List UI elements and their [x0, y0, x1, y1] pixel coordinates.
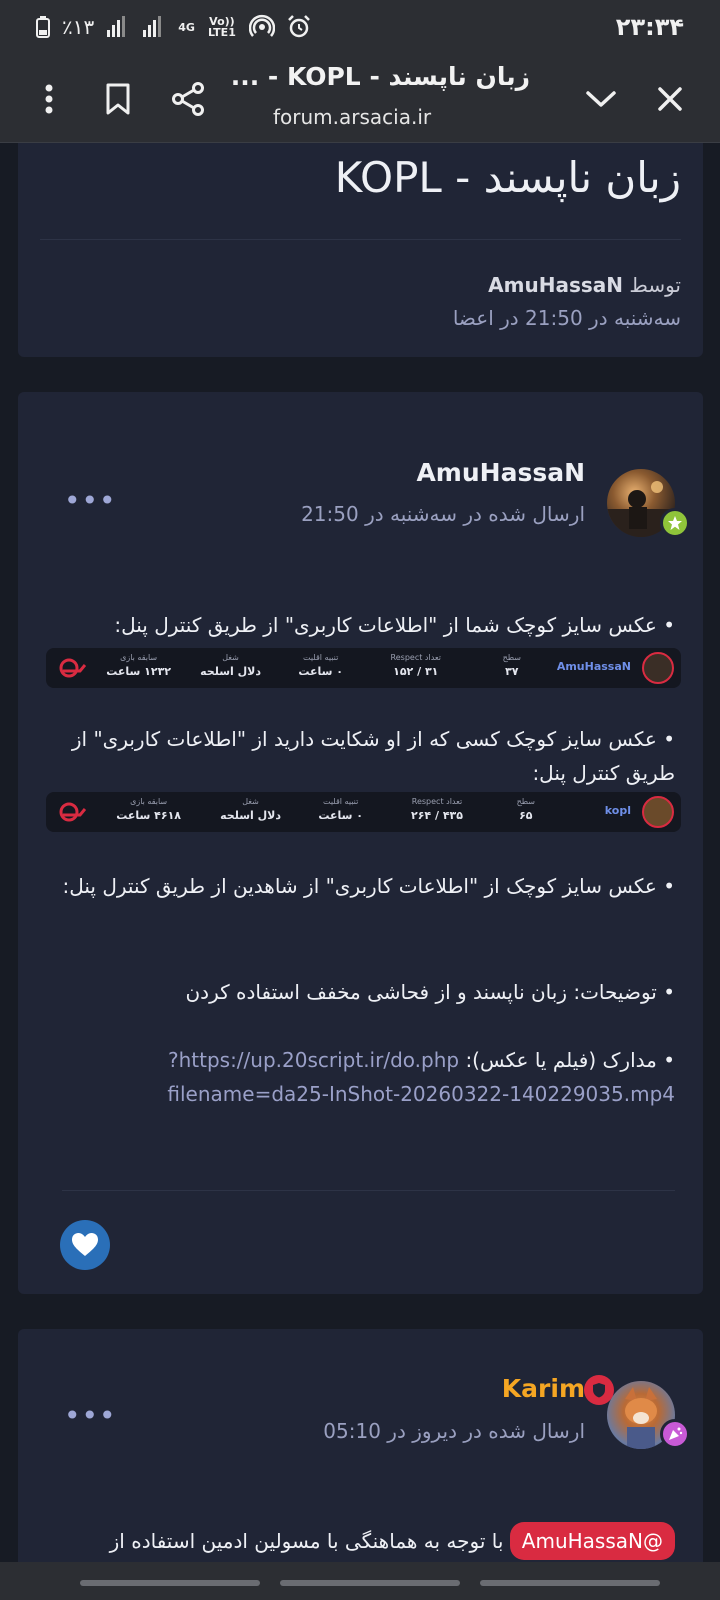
- infobar-stat: سطح ۳۷: [502, 653, 521, 678]
- infobar-stat: تعداد Respect ۴۳۵ / ۲۶۴: [411, 797, 463, 822]
- more-options-icon[interactable]: •••: [64, 1399, 117, 1432]
- signal-icon: [106, 16, 130, 38]
- post-line: • عکس سایز کوچک کسی که از او شکایت دارید…: [71, 727, 675, 785]
- infobar-stat: تعداد Respect ۳۱ / ۱۵۲: [390, 653, 441, 678]
- close-icon[interactable]: [645, 74, 695, 124]
- status-icons: ٪۱۳ 4G Vo)) LTE1: [36, 14, 311, 40]
- post-username[interactable]: Karim: [502, 1374, 585, 1403]
- user-avatar-icon: [642, 652, 674, 684]
- infobar-stat: سابقه بازی ۱۲۳۲ ساعت: [106, 653, 171, 678]
- infobar-stat: تنبیه اقلیت ۰ ساعت: [298, 653, 343, 678]
- star-badge-icon: [660, 508, 690, 538]
- evidence-label: • مدارک (فیلم یا عکس):: [465, 1048, 675, 1072]
- post-card: Karim ارسال شده در دیروز در 05:10 ••• @A…: [18, 1329, 703, 1589]
- shield-badge-icon: [584, 1375, 614, 1405]
- party-badge-icon: [660, 1419, 690, 1449]
- user-avatar-icon: [642, 796, 674, 828]
- evidence-link[interactable]: https://up.20script.ir/do.php?: [168, 1048, 459, 1072]
- infobar-username: AmuHassaN: [556, 660, 631, 673]
- post-card: AmuHassaN ارسال شده در سه‌شنبه در 21:50 …: [18, 392, 703, 1294]
- divider: [40, 239, 681, 240]
- author-prefix: توسط: [629, 273, 681, 297]
- network-type: 4G: [178, 20, 195, 34]
- nav-gesture-handle[interactable]: [280, 1580, 460, 1586]
- system-navigation-bar: [0, 1562, 720, 1600]
- post-line: • عکس سایز کوچک از "اطلاعات کاربری" از ش…: [62, 874, 676, 898]
- infobar-stat: سابقه بازی ۴۶۱۸ ساعت: [116, 797, 181, 822]
- url-text[interactable]: forum.arsacia.ir: [273, 105, 431, 129]
- post-date: ارسال شده در سه‌شنبه در 21:50: [301, 502, 585, 526]
- menu-icon[interactable]: [24, 74, 74, 124]
- post-date: ارسال شده در دیروز در 05:10: [323, 1419, 585, 1443]
- status-bar: ٪۱۳ 4G Vo)) LTE1 ۲۳:۳۴: [0, 0, 720, 54]
- battery-percent: ٪۱۳: [62, 15, 95, 39]
- topic-title: زبان ناپسند - KOPL: [334, 153, 681, 202]
- volte-label: Vo)) LTE1: [207, 15, 236, 39]
- signal-icon-2: [142, 16, 166, 38]
- post-line: • عکس سایز کوچک شما از "اطلاعات کاربری" …: [114, 613, 675, 637]
- author-link[interactable]: AmuHassaN: [488, 273, 623, 297]
- bookmark-icon[interactable]: [93, 74, 143, 124]
- infobar-username: kopl: [604, 804, 631, 817]
- alarm-icon: [287, 15, 311, 39]
- chevron-down-icon[interactable]: [576, 74, 626, 124]
- user-info-image: AmuHassaN سطح ۳۷ تعداد Respect ۳۱ / ۱۵۲ تن…: [46, 648, 681, 688]
- page-title-tab: زبان ناپسند - KOPL - ...: [230, 62, 530, 91]
- battery-icon: [36, 16, 50, 38]
- evidence-link-cont[interactable]: filename=da25-InShot-20260322-140229035.…: [167, 1082, 675, 1106]
- server-logo-icon: [58, 657, 87, 683]
- status-time: ۲۳:۳۴: [615, 13, 684, 41]
- infobar-stat: سطح ۶۵: [516, 797, 535, 822]
- user-mention[interactable]: @AmuHassaN: [509, 1522, 675, 1560]
- post-line-evidence: • مدارک (فیلم یا عکس): https://up.20scri…: [55, 1043, 675, 1111]
- infobar-stat: تنبیه اقلیت ۰ ساعت: [318, 797, 363, 822]
- post-username[interactable]: AmuHassaN: [416, 458, 585, 487]
- browser-toolbar: زبان ناپسند - KOPL - ... forum.arsacia.i…: [0, 54, 720, 143]
- nav-gesture-handle[interactable]: [80, 1580, 260, 1586]
- topic-date: سه‌شنبه در 21:50 در اعضا: [452, 306, 681, 330]
- infobar-stat: شغل دلال اسلحه: [220, 797, 281, 822]
- more-options-icon[interactable]: •••: [64, 484, 117, 517]
- post-line: @AmuHassaN با توجه به هماهنگی با مسولین …: [55, 1522, 675, 1560]
- like-heart-icon[interactable]: [60, 1220, 110, 1270]
- nav-gesture-handle[interactable]: [480, 1580, 660, 1586]
- divider: [62, 1190, 675, 1191]
- post-text: با توجه به هماهنگی با مسولین ادمین استفا…: [109, 1529, 504, 1553]
- topic-author: توسط AmuHassaN: [488, 273, 681, 297]
- share-icon[interactable]: [163, 74, 213, 124]
- user-info-image: kopl سطح ۶۵ تعداد Respect ۴۳۵ / ۲۶۴ تنبیه …: [46, 792, 681, 832]
- server-logo-icon: [58, 801, 87, 827]
- hotspot-icon: [248, 14, 275, 40]
- topic-header-card: زبان ناپسند - KOPL توسط AmuHassaN سه‌شنب…: [18, 143, 703, 357]
- infobar-stat: شغل دلال اسلحه: [200, 653, 261, 678]
- post-line: • توضیحات: زبان ناپسند و از فحاشی مخفف ا…: [185, 980, 675, 1004]
